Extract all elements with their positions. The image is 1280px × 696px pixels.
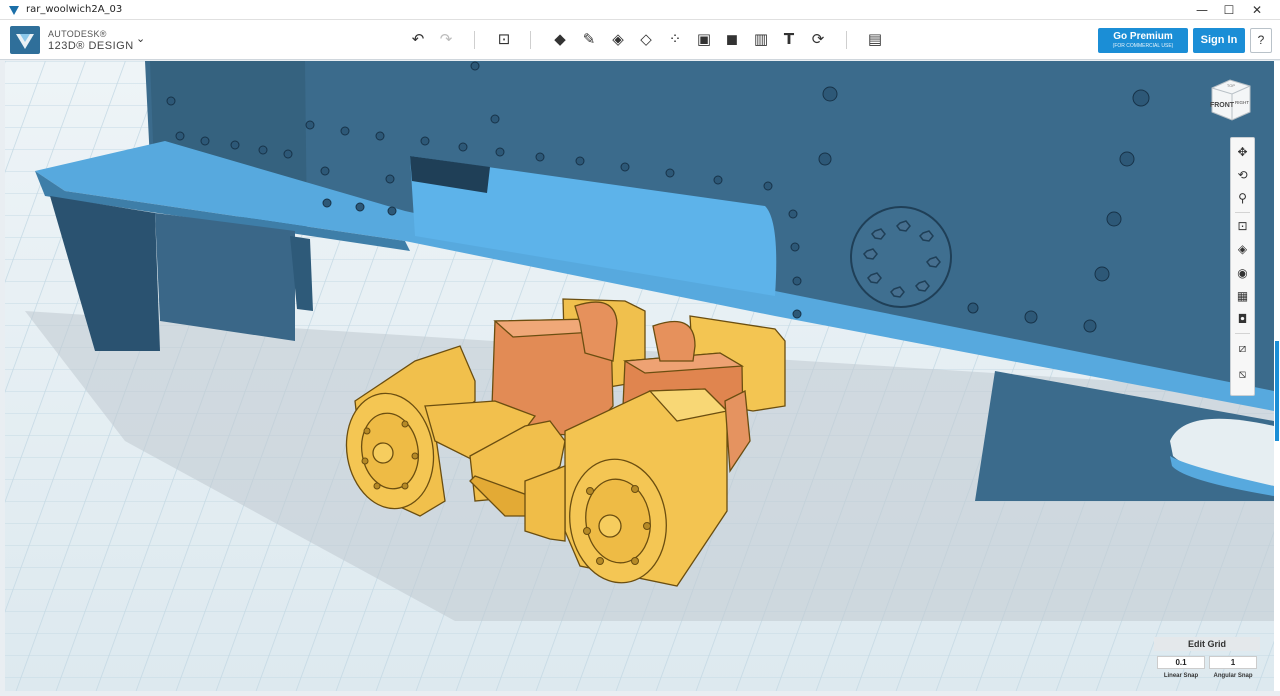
angular-snap-label: Angular Snap (1213, 673, 1253, 679)
group-icon[interactable]: ▣ (693, 28, 715, 50)
fit-icon[interactable]: ⊡ (1231, 215, 1254, 237)
app-logo-icon (9, 6, 19, 15)
views-icon[interactable]: ◈ (1231, 238, 1254, 260)
toolbar-divider (846, 31, 847, 49)
screenshot-icon[interactable]: ◘ (1231, 308, 1254, 330)
show-sketches-icon[interactable]: ⧄ (1231, 337, 1254, 359)
pan-icon[interactable]: ✥ (1231, 141, 1254, 163)
close-button[interactable]: ✕ (1243, 0, 1271, 20)
logo-brand: AUTODESK® (48, 29, 107, 39)
material-display-icon[interactable]: ▦ (1231, 285, 1254, 307)
navbar-divider (1235, 212, 1250, 213)
linear-snap-field[interactable]: 0.1 (1157, 656, 1205, 669)
material-icon[interactable]: ▤ (864, 28, 886, 50)
window-title: rar_woolwich2A_03 (26, 4, 123, 15)
construct-icon[interactable]: ◈ (607, 28, 629, 50)
app-window: rar_woolwich2A_03 — ☐ ✕ AUTODESK® 123D® … (0, 0, 1280, 696)
orbit-icon[interactable]: ⟲ (1231, 164, 1254, 186)
scene-canvas[interactable] (5, 61, 1274, 691)
snap-icon[interactable]: ⟳ (807, 28, 829, 50)
app-menu-chevron-icon[interactable]: ⌄ (136, 32, 145, 45)
view-cube[interactable]: FRONT RIGHT TOP (1208, 76, 1254, 122)
measure-icon[interactable]: ▥ (750, 28, 772, 50)
combine-icon[interactable]: ◼ (721, 28, 743, 50)
logo-mark-icon (16, 34, 34, 49)
premium-sublabel: (FOR COMMERCIAL USE) (1112, 43, 1174, 49)
hide-sketches-icon[interactable]: ⧅ (1231, 363, 1254, 385)
side-panel-tab[interactable] (1275, 341, 1279, 441)
viewcube-front-label[interactable]: FRONT (1210, 102, 1235, 109)
pattern-icon[interactable]: ⁘ (664, 28, 686, 50)
modify-icon[interactable]: ◇ (635, 28, 657, 50)
undo-icon[interactable]: ↶ (407, 28, 429, 50)
sign-in-button[interactable]: Sign In (1193, 28, 1245, 53)
sketch-icon[interactable]: ✎ (578, 28, 600, 50)
premium-label: Go Premium (1113, 31, 1173, 42)
visibility-icon[interactable]: ◉ (1231, 262, 1254, 284)
angular-snap-field[interactable]: 1 (1209, 656, 1257, 669)
app-logo[interactable] (10, 26, 40, 54)
right-panel-edge (1274, 61, 1280, 691)
frame-leg-left-front (155, 213, 295, 341)
navigation-bar: ✥ ⟲ ⚲ ⊡ ◈ ◉ ▦ ◘ ⧄ ⧅ (1230, 137, 1255, 396)
viewcube-right-label[interactable]: RIGHT (1235, 100, 1249, 105)
zoom-icon[interactable]: ⚲ (1231, 187, 1254, 209)
toolbar-divider (530, 31, 531, 49)
linear-snap-label: Linear Snap (1163, 673, 1199, 679)
edit-grid-title[interactable]: Edit Grid (1154, 637, 1260, 651)
go-premium-button[interactable]: Go Premium (FOR COMMERCIAL USE) (1098, 28, 1188, 53)
navbar-divider (1235, 333, 1250, 334)
maximize-button[interactable]: ☐ (1215, 0, 1243, 20)
logo-product: 123D® DESIGN (48, 40, 134, 52)
redo-icon[interactable]: ↷ (435, 28, 457, 50)
help-button[interactable]: ? (1250, 28, 1272, 53)
minimize-button[interactable]: — (1188, 0, 1216, 20)
main-toolbar: AUTODESK® 123D® DESIGN ⌄ ↶ ↷ ⊡ ◆ ✎ ◈ ◇ ⁘… (0, 20, 1280, 60)
primitives-icon[interactable]: ◆ (549, 28, 571, 50)
text-icon[interactable]: T (778, 28, 800, 50)
title-bar: rar_woolwich2A_03 — ☐ ✕ (0, 0, 1280, 20)
transform-icon[interactable]: ⊡ (493, 28, 515, 50)
viewcube-top-label[interactable]: TOP (1227, 83, 1235, 88)
toolbar-divider (474, 31, 475, 49)
3d-viewport[interactable] (5, 61, 1274, 691)
edit-grid-panel: Edit Grid 0.1 1 Linear Snap Angular Snap (1154, 637, 1260, 684)
